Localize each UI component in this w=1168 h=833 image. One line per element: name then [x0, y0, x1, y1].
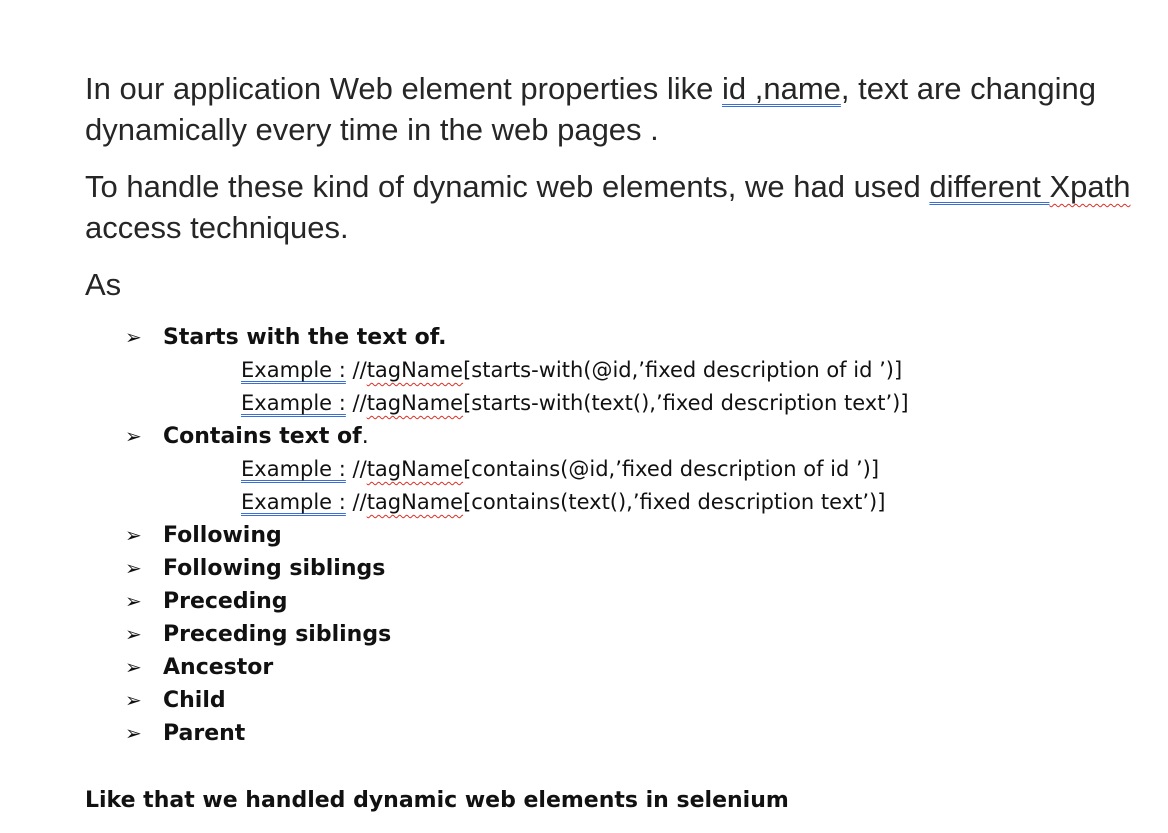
- list-item-child: ➢ Child: [85, 684, 1145, 717]
- arrow-bullet-icon: ➢: [125, 589, 142, 613]
- handling-paragraph: To handle these kind of dynamic web elem…: [85, 166, 1145, 248]
- arrow-bullet-icon: ➢: [125, 721, 142, 745]
- list-item-label: Ancestor: [163, 655, 274, 680]
- example-line: Example : //tagName[contains(@id,’fixed …: [241, 457, 880, 481]
- arrow-bullet-icon: ➢: [125, 688, 142, 712]
- spelling-flagged-tagname[interactable]: tagName: [367, 490, 463, 514]
- list-item-preceding: ➢ Preceding: [85, 585, 1145, 618]
- list-item-starts-with: ➢ Starts with the text of.: [85, 321, 1145, 354]
- example-label[interactable]: Example :: [241, 490, 346, 514]
- example-label[interactable]: Example :: [241, 358, 346, 382]
- list-item-ancestor: ➢ Ancestor: [85, 651, 1145, 684]
- list-item-contains: ➢ Contains text of.: [85, 420, 1145, 453]
- arrow-bullet-icon: ➢: [125, 523, 142, 547]
- example-line: Example : //tagName[contains(text(),’fix…: [241, 490, 886, 514]
- list-item-following-siblings: ➢ Following siblings: [85, 552, 1145, 585]
- list-item-label: Preceding siblings: [163, 622, 392, 647]
- arrow-bullet-icon: ➢: [125, 424, 142, 448]
- list-item-label: Following siblings: [163, 556, 386, 581]
- arrow-bullet-icon: ➢: [125, 622, 142, 646]
- arrow-bullet-icon: ➢: [125, 556, 142, 580]
- grammar-flagged-id-name[interactable]: id ,name: [722, 71, 841, 106]
- arrow-bullet-icon: ➢: [125, 655, 142, 679]
- arrow-bullet-icon: ➢: [125, 325, 142, 349]
- list-item-following: ➢ Following: [85, 519, 1145, 552]
- example-line: Example : //tagName[starts-with(@id,’fix…: [241, 358, 903, 382]
- spelling-flagged-xpath[interactable]: Xpath: [1049, 169, 1130, 204]
- example-label[interactable]: Example :: [241, 391, 346, 415]
- xpath-techniques-list: ➢ Starts with the text of. Example : //t…: [85, 321, 1145, 750]
- example-expression: [contains(@id,’fixed description of id ’…: [463, 457, 880, 481]
- intro-paragraph: In our application Web element propertie…: [85, 68, 1145, 150]
- document-body: In our application Web element propertie…: [85, 68, 1145, 750]
- list-item-label: Following: [163, 523, 282, 548]
- list-item-label: Child: [163, 688, 226, 713]
- example-expression: [contains(text(),’fixed description text…: [463, 490, 886, 514]
- spelling-flagged-tagname[interactable]: tagName: [367, 457, 463, 481]
- example-line: Example : //tagName[starts-with(text(),’…: [241, 391, 909, 415]
- spelling-flagged-tagname[interactable]: tagName: [367, 391, 463, 415]
- example-label[interactable]: Example :: [241, 457, 346, 481]
- example-expression: [starts-with(@id,’fixed description of i…: [463, 358, 903, 382]
- list-item-label: Starts with the text of.: [163, 325, 447, 350]
- list-item-label: Preceding: [163, 589, 288, 614]
- list-item-preceding-siblings: ➢ Preceding siblings: [85, 618, 1145, 651]
- grammar-flagged-different[interactable]: different: [929, 169, 1049, 204]
- closing-statement: Like that we handled dynamic web element…: [85, 788, 789, 813]
- list-item-parent: ➢ Parent: [85, 717, 1145, 750]
- example-expression: [starts-with(text(),’fixed description t…: [463, 391, 909, 415]
- as-paragraph: As: [85, 267, 122, 302]
- spelling-flagged-tagname[interactable]: tagName: [367, 358, 463, 382]
- list-item-label: Contains text of: [163, 424, 362, 449]
- list-item-label: Parent: [163, 721, 246, 746]
- handling-text-end: access techniques.: [85, 210, 349, 245]
- intro-text-start: In our application Web element propertie…: [85, 71, 722, 106]
- handling-text-start: To handle these kind of dynamic web elem…: [85, 169, 930, 204]
